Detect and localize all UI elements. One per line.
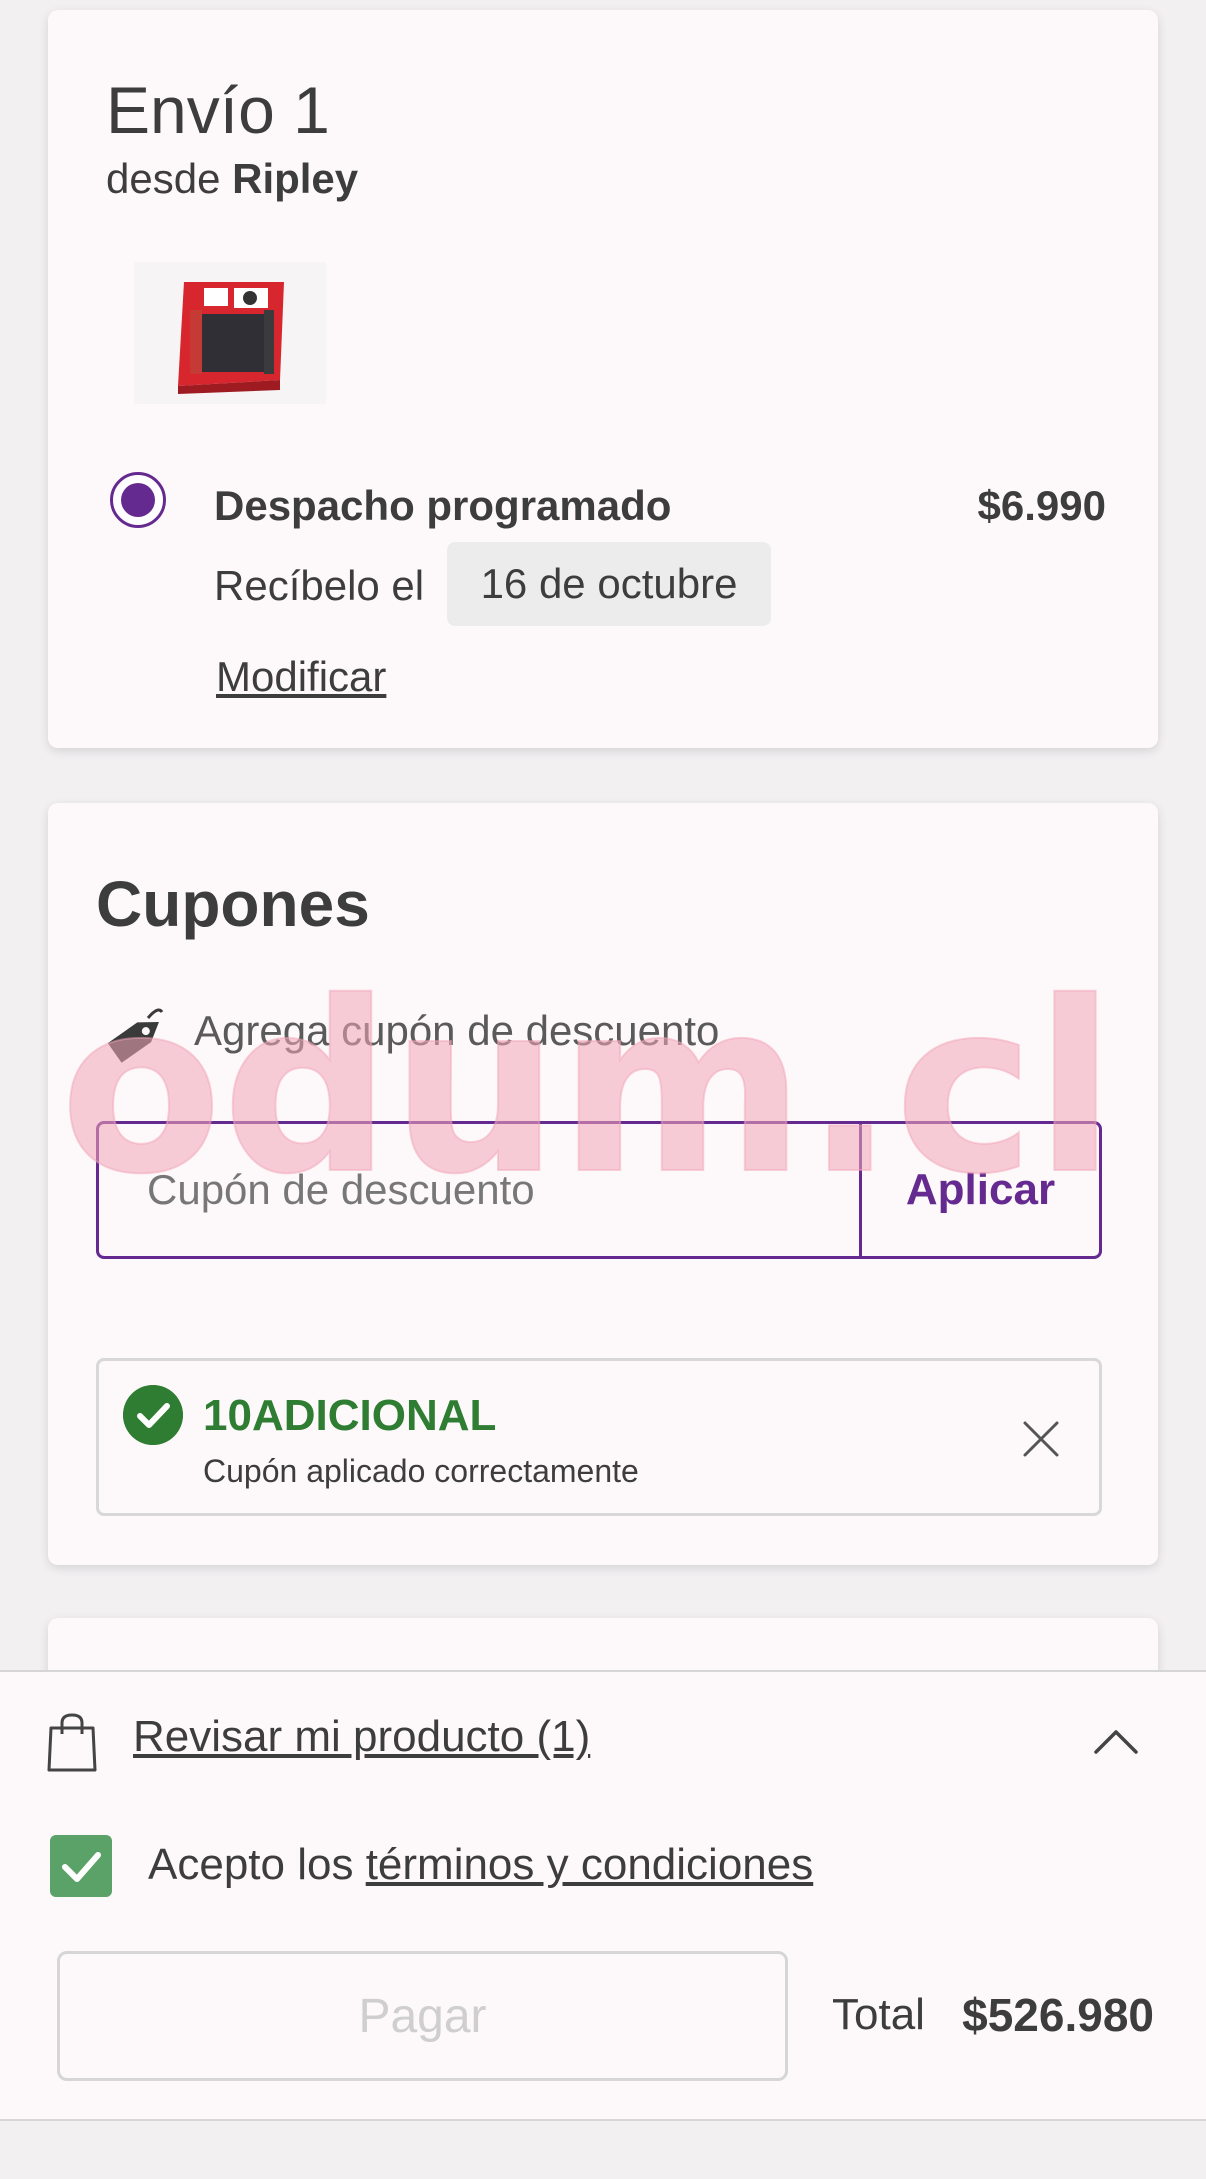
total-value: $526.980 xyxy=(962,1989,1154,2041)
terms-checkbox[interactable] xyxy=(50,1835,112,1897)
tag-icon xyxy=(107,1008,164,1063)
close-icon[interactable] xyxy=(1019,1417,1063,1461)
checkout-bottom-sheet: Revisar mi producto (1) Acepto los térmi… xyxy=(0,1670,1206,2121)
origin-prefix: desde xyxy=(106,155,221,202)
modify-link[interactable]: Modificar xyxy=(216,653,386,701)
terms-prefix: Acepto los xyxy=(148,1840,366,1889)
pay-button[interactable]: Pagar xyxy=(57,1951,788,2081)
applied-coupon-message: Cupón aplicado correctamente xyxy=(203,1453,639,1489)
check-circle-icon xyxy=(123,1385,183,1445)
receive-label: Recíbelo el xyxy=(214,562,425,609)
coupons-subtitle: Agrega cupón de descuento xyxy=(194,1007,720,1054)
coupons-title: Cupones xyxy=(96,868,370,940)
checkmark-icon xyxy=(62,1852,101,1882)
applied-coupon-box: 10ADICIONAL Cupón aplicado correctamente xyxy=(96,1358,1102,1516)
receive-date-chip: 16 de octubre xyxy=(447,542,771,626)
shopping-bag-icon xyxy=(47,1713,97,1772)
coupons-card: Cupones Agrega cupón de descuento Aplica… xyxy=(48,803,1158,1565)
shipment-origin: desde Ripley xyxy=(106,155,358,203)
shipping-option-price: $6.990 xyxy=(977,482,1106,529)
shipping-option-radio[interactable] xyxy=(110,472,166,528)
terms-link[interactable]: términos y condiciones xyxy=(366,1840,814,1889)
terms-text: Acepto los términos y condiciones xyxy=(148,1840,813,1890)
apply-coupon-button[interactable]: Aplicar xyxy=(862,1124,1099,1256)
origin-store: Ripley xyxy=(232,155,359,202)
product-thumbnail[interactable] xyxy=(134,262,326,404)
shipment-card: Envío 1 desde Ripley Despacho programado… xyxy=(48,10,1158,748)
shipping-option-title: Despacho programado xyxy=(214,482,672,529)
total-label: Total xyxy=(832,1990,925,2039)
review-products-link[interactable]: Revisar mi producto (1) xyxy=(133,1712,590,1762)
chevron-up-icon[interactable] xyxy=(1092,1726,1140,1756)
coupon-input[interactable] xyxy=(99,1124,861,1256)
applied-coupon-code: 10ADICIONAL xyxy=(203,1391,497,1440)
coupon-input-group: Aplicar xyxy=(96,1121,1102,1259)
shipment-title: Envío 1 xyxy=(106,73,330,147)
